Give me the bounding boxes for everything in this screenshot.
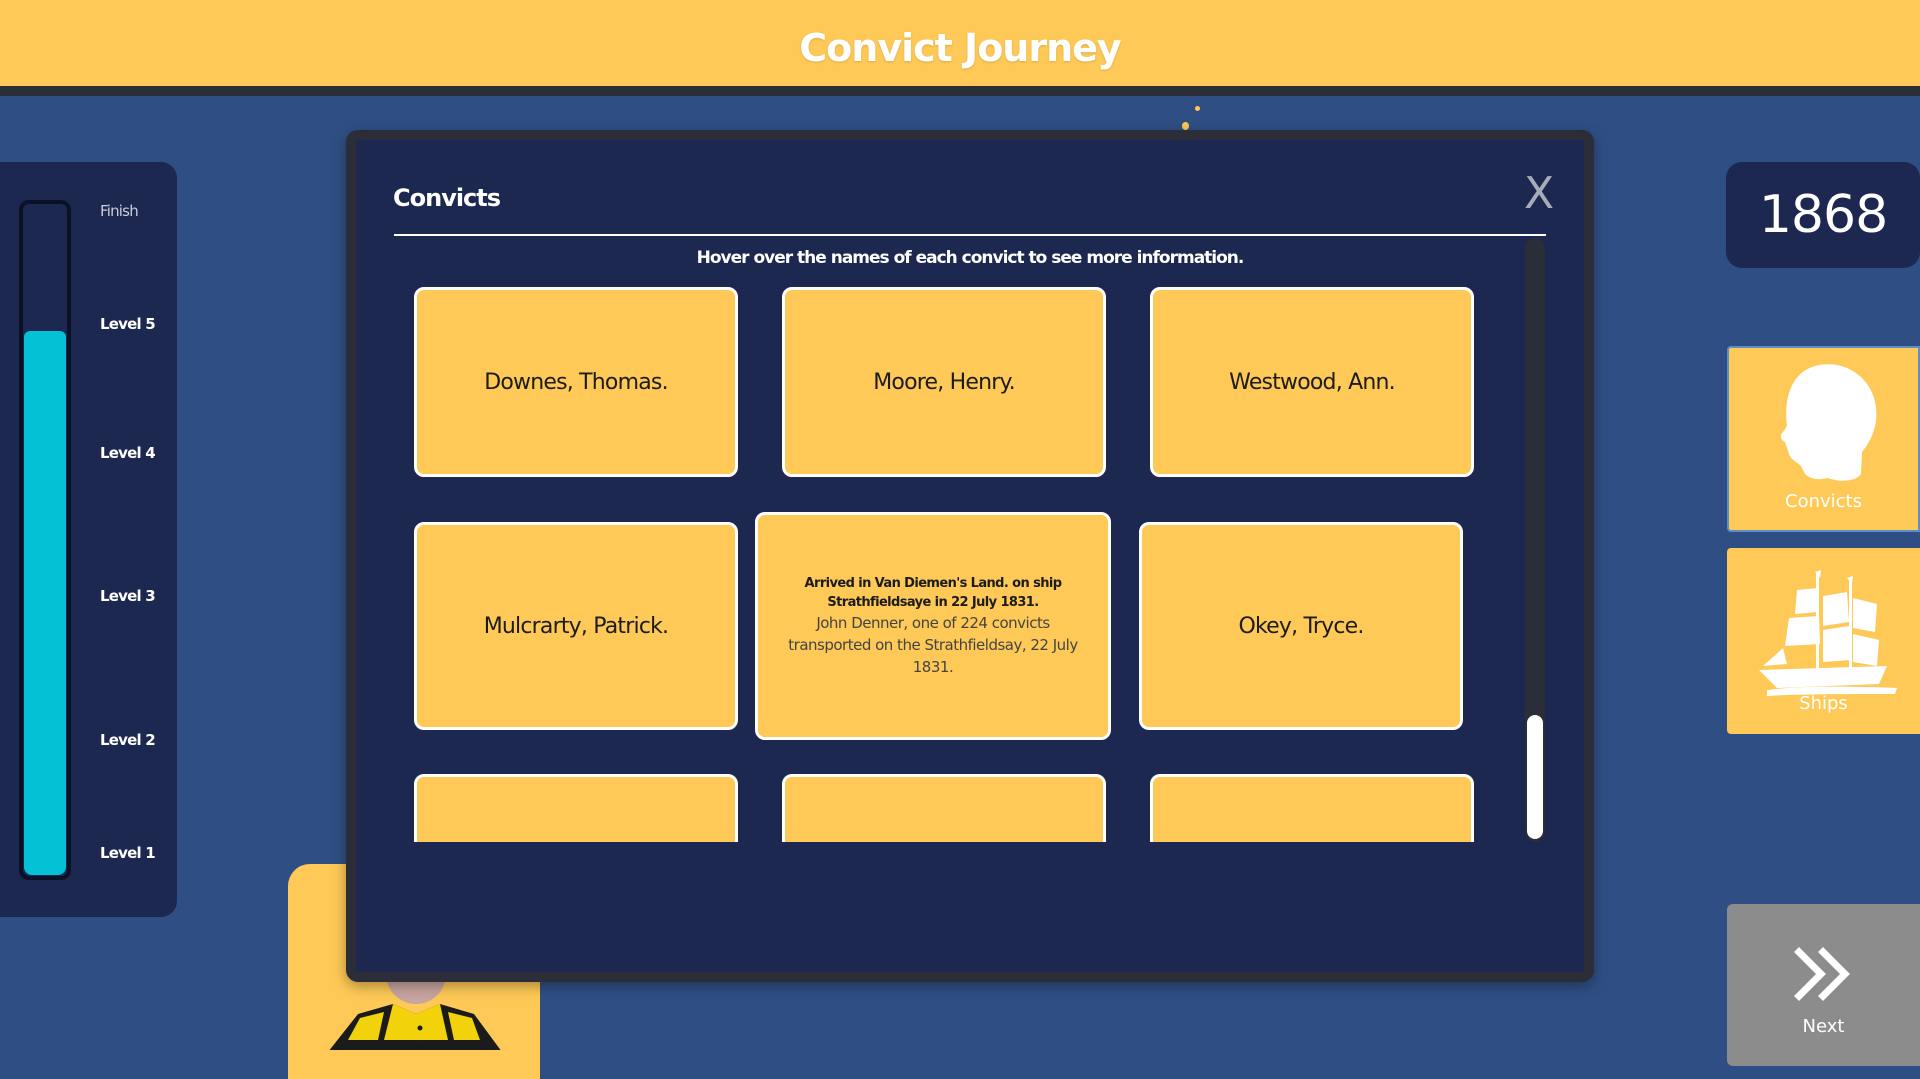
- convict-arrival-info: Arrived in Van Diemen's Land. on ship St…: [804, 576, 1062, 610]
- convict-card[interactable]: Westwood, Ann.: [1150, 287, 1474, 477]
- level-label: Level 3: [100, 587, 156, 605]
- trail-dot: [1195, 106, 1200, 111]
- level-progress-fill: [24, 330, 66, 875]
- next-button[interactable]: Next: [1727, 904, 1920, 1066]
- level-progress-bar: [19, 200, 71, 880]
- level-label: Level 4: [100, 444, 156, 462]
- level-label: Level 1: [100, 844, 156, 862]
- convict-card[interactable]: Moore, Henry.: [782, 287, 1106, 477]
- convict-card[interactable]: Okey, Tryce.: [1139, 522, 1463, 730]
- modal-instruction: Hover over the names of each convict to …: [696, 248, 1245, 268]
- convicts-label: Convicts: [1785, 491, 1862, 512]
- convict-card[interactable]: Downes, Thomas.: [414, 287, 738, 477]
- ships-button[interactable]: Ships: [1727, 548, 1920, 734]
- convict-card[interactable]: [414, 774, 738, 842]
- convict-name: Okey, Tryce.: [1238, 613, 1364, 639]
- convict-card[interactable]: [782, 774, 1106, 842]
- year-display: 1868: [1726, 162, 1920, 268]
- convict-card-hovered[interactable]: Arrived in Van Diemen's Land. on ship St…: [755, 512, 1111, 740]
- convict-description: John Denner, one of 224 convicts transpo…: [788, 614, 1078, 676]
- ships-label: Ships: [1799, 693, 1848, 714]
- level-label: Level 2: [100, 731, 156, 749]
- app-title: Convict Journey: [799, 26, 1121, 70]
- next-label: Next: [1802, 1016, 1845, 1037]
- convict-name: Downes, Thomas.: [484, 369, 668, 395]
- level-progress-panel: Finish Level 5 Level 4 Level 3 Level 2 L…: [0, 162, 177, 917]
- convict-name: Moore, Henry.: [873, 369, 1015, 395]
- convict-card[interactable]: Mulcrarty, Patrick.: [414, 522, 738, 730]
- convict-name: Mulcrarty, Patrick.: [483, 613, 669, 639]
- convict-card[interactable]: [1150, 774, 1474, 842]
- modal-title: Convicts: [393, 184, 501, 212]
- convict-name: Westwood, Ann.: [1229, 369, 1395, 395]
- app-header: Convict Journey: [0, 0, 1920, 96]
- convict-card-grid[interactable]: Downes, Thomas. Moore, Henry. Westwood, …: [394, 280, 1544, 842]
- modal-scrollbar[interactable]: [1525, 238, 1545, 842]
- convicts-modal: Convicts X Hover over the names of each …: [346, 130, 1594, 982]
- level-finish-label: Finish: [100, 202, 139, 220]
- modal-scrollbar-thumb[interactable]: [1527, 715, 1543, 839]
- convicts-button[interactable]: Convicts: [1727, 346, 1920, 532]
- modal-divider: [394, 234, 1546, 236]
- level-label: Level 5: [100, 315, 156, 333]
- trail-dot: [1182, 122, 1189, 130]
- close-button[interactable]: X: [1524, 168, 1554, 219]
